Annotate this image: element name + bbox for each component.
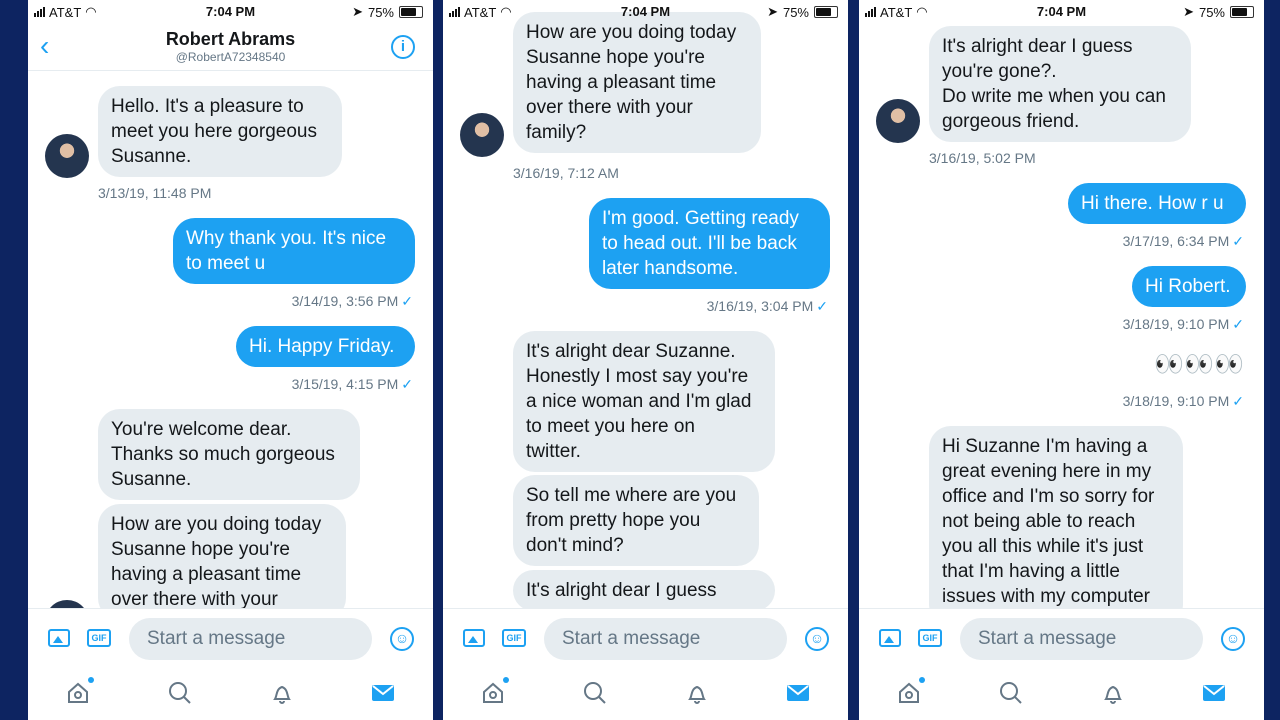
- contact-name: Robert Abrams: [165, 29, 296, 49]
- check-icon: ✓: [1232, 233, 1244, 249]
- message-bubble[interactable]: So tell me where are you from pretty hop…: [513, 475, 759, 566]
- message-bubble[interactable]: You're welcome dear. Thanks so much gorg…: [98, 409, 360, 500]
- notification-dot: [503, 677, 509, 683]
- phone-panel-3: It's alright dear I guess you're gone?. …: [859, 0, 1264, 720]
- message-bubble[interactable]: It's alright dear I guess you're gone?. …: [929, 26, 1191, 142]
- home-icon[interactable]: [66, 677, 94, 705]
- message-bubble[interactable]: How are you doing today Susanne hope you…: [98, 504, 346, 608]
- phone-panel-1: Hello. It's a pleasure to meet you here …: [28, 0, 433, 720]
- status-bar: AT&T ◠ 7:04 PM ➤ 75%: [859, 0, 1264, 24]
- smile-icon[interactable]: ☺: [390, 627, 414, 651]
- mail-icon[interactable]: [371, 683, 397, 707]
- message-bubble[interactable]: It's alright dear Suzanne. Honestly I mo…: [513, 331, 775, 472]
- battery-percent: 75%: [367, 4, 394, 20]
- timestamp-text: 3/18/19, 9:10 PM: [1122, 316, 1230, 332]
- message-bubble[interactable]: It's alright dear I guess: [513, 570, 775, 608]
- image-icon[interactable]: [879, 629, 901, 647]
- battery-icon: [814, 6, 838, 18]
- bell-icon[interactable]: [270, 681, 296, 705]
- avatar[interactable]: [460, 113, 504, 157]
- mail-icon[interactable]: [1202, 683, 1228, 707]
- info-icon[interactable]: i: [391, 35, 415, 59]
- message-bubble[interactable]: Hi Suzanne I'm having a great evening he…: [929, 426, 1183, 608]
- gif-icon[interactable]: GIF: [918, 629, 942, 647]
- search-icon[interactable]: [583, 681, 609, 705]
- avatar[interactable]: [45, 600, 89, 608]
- message-timestamp-sent: 3/16/19, 3:04 PM ✓: [707, 298, 828, 315]
- message-timestamp-sent: 3/15/19, 4:15 PM ✓: [292, 376, 413, 393]
- smile-icon[interactable]: ☺: [1221, 627, 1245, 651]
- location-icon: ➤: [1183, 4, 1194, 19]
- message-timestamp: 3/13/19, 11:48 PM: [98, 185, 212, 201]
- notification-dot: [919, 677, 925, 683]
- conversation-thread[interactable]: It's alright dear I guess you're gone?. …: [859, 0, 1264, 608]
- home-icon[interactable]: [481, 677, 509, 705]
- phone-panel-2: How are you doing today Susanne hope you…: [443, 0, 848, 720]
- message-timestamp: 3/16/19, 5:02 PM: [929, 150, 1036, 166]
- timestamp-text: 3/16/19, 3:04 PM: [706, 298, 814, 314]
- message-bubble[interactable]: I'm good. Getting ready to head out. I'l…: [589, 198, 830, 289]
- image-icon[interactable]: [463, 629, 485, 647]
- location-icon: ➤: [352, 4, 363, 19]
- compose-bar: GIF ☺: [859, 608, 1264, 720]
- conversation-header: ‹ Robert Abrams @RobertA72348540 i: [28, 24, 433, 71]
- timestamp-text: 3/18/19, 9:10 PM: [1122, 393, 1230, 409]
- message-bubble[interactable]: Hi there. How r u: [1068, 183, 1246, 224]
- conversation-thread[interactable]: How are you doing today Susanne hope you…: [443, 0, 848, 608]
- conversation-thread[interactable]: Hello. It's a pleasure to meet you here …: [28, 0, 433, 608]
- compose-bar: GIF ☺: [28, 608, 433, 720]
- gif-icon[interactable]: GIF: [87, 629, 111, 647]
- message-timestamp-sent: 3/17/19, 6:34 PM ✓: [1123, 233, 1244, 250]
- message-bubble[interactable]: Hello. It's a pleasure to meet you here …: [98, 86, 342, 177]
- avatar[interactable]: [45, 134, 89, 178]
- check-icon: ✓: [401, 376, 413, 392]
- avatar[interactable]: [876, 99, 920, 143]
- message-timestamp-sent: 3/18/19, 9:10 PM ✓: [1123, 393, 1244, 410]
- timestamp-text: 3/17/19, 6:34 PM: [1122, 233, 1230, 249]
- timestamp-text: 3/15/19, 4:15 PM: [291, 376, 399, 392]
- check-icon: ✓: [401, 293, 413, 309]
- message-timestamp: 3/16/19, 7:12 AM: [513, 165, 619, 181]
- location-icon: ➤: [767, 4, 778, 19]
- search-icon[interactable]: [168, 681, 194, 705]
- message-bubble[interactable]: Hi. Happy Friday.: [236, 326, 415, 367]
- message-bubble[interactable]: Why thank you. It's nice to meet u: [173, 218, 415, 284]
- message-timestamp-sent: 3/14/19, 3:56 PM ✓: [292, 293, 413, 310]
- status-bar: AT&T ◠ 7:04 PM ➤ 75%: [28, 0, 433, 24]
- compose-bar: GIF ☺: [443, 608, 848, 720]
- status-bar: AT&T ◠ 7:04 PM ➤ 75%: [443, 0, 848, 24]
- message-timestamp-sent: 3/18/19, 9:10 PM ✓: [1123, 316, 1244, 333]
- gif-icon[interactable]: GIF: [502, 629, 526, 647]
- battery-icon: [399, 6, 423, 18]
- notification-dot: [88, 677, 94, 683]
- image-icon[interactable]: [48, 629, 70, 647]
- contact-handle: @RobertA72348540: [175, 50, 286, 64]
- battery-percent: 75%: [1198, 4, 1225, 20]
- check-icon: ✓: [1232, 393, 1244, 409]
- message-input[interactable]: [129, 618, 372, 660]
- check-icon: ✓: [1232, 316, 1244, 332]
- home-icon[interactable]: [897, 677, 925, 705]
- mail-icon[interactable]: [786, 683, 812, 707]
- battery-icon: [1230, 6, 1254, 18]
- timestamp-text: 3/14/19, 3:56 PM: [291, 293, 399, 309]
- message-input[interactable]: [544, 618, 787, 660]
- bell-icon[interactable]: [1101, 681, 1127, 705]
- bell-icon[interactable]: [685, 681, 711, 705]
- emoji-message[interactable]: 👀👀👀: [1154, 350, 1244, 380]
- message-bubble[interactable]: How are you doing today Susanne hope you…: [513, 12, 761, 153]
- message-input[interactable]: [960, 618, 1203, 660]
- search-icon[interactable]: [999, 681, 1025, 705]
- battery-percent: 75%: [782, 4, 809, 20]
- check-icon: ✓: [816, 298, 828, 314]
- smile-icon[interactable]: ☺: [805, 627, 829, 651]
- message-bubble[interactable]: Hi Robert.: [1132, 266, 1246, 307]
